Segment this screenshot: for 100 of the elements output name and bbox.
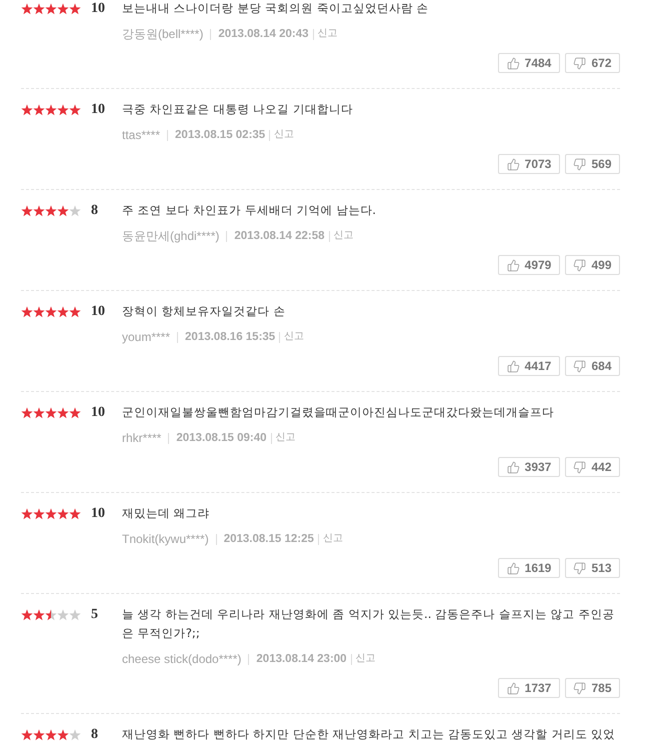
rating-score: 10 [91,0,105,18]
author-name: cheese stick(dodo****) [122,651,242,667]
star-icon [45,406,57,418]
thumbs-down-icon [573,562,586,574]
star-icon [45,104,57,116]
review-text: 재난영화 뻔하다 뻔하다 하지만 단순한 재난영화라고 치고는 감동도있고 생각할 거리도 있었 [122,726,616,743]
dislike-button[interactable]: 499 [565,255,620,275]
star-icon [57,728,69,740]
rating-score: 5 [91,606,98,624]
like-button[interactable]: 1737 [498,678,560,698]
thumbs-down-icon [573,258,586,272]
review-text: 극중 차인표같은 대통령 나오길 기대합니다 [122,101,354,118]
star-icon [69,406,81,418]
star-icon [57,608,69,620]
star-icon [33,204,45,216]
star-icon [33,306,45,318]
review-date: 2013.08.14 23:00 [256,652,347,667]
rating-score: 10 [91,101,105,119]
star-icon [21,104,33,116]
dislike-button[interactable]: 513 [565,558,620,578]
star-icon [33,728,45,740]
author-name: 동윤만세(ghdi****) [122,228,220,244]
star-icon [57,2,69,14]
star-icon [69,728,81,740]
review-date: 2013.08.15 12:25 [224,532,314,547]
thumbs-down-icon [573,56,586,70]
rating-score: 10 [91,404,105,422]
author-name: Tnokit(kywu****) [122,531,209,547]
rating-score: 8 [91,202,98,220]
thumbs-up-icon [506,360,520,372]
review-text: 군인이재일불쌍울뺀함엄마감기걸렸을때군이아진심나도군대갔다왔는데개슬프다 [122,404,555,421]
like-button[interactable]: 3937 [498,457,560,477]
star-icon [45,608,57,620]
thumbs-down-icon [573,682,586,694]
like-button[interactable]: 7484 [498,53,560,73]
star-icon [21,406,33,418]
like-button[interactable]: 4417 [498,356,560,376]
dislike-button[interactable]: 569 [565,154,620,174]
thumbs-up-icon [506,562,520,574]
review-text: 늘 생각 하는건데 우리나라 재난영화에 좀 억지가 있는듯.. 감동은주나 슬프지는 않고 주인공은 무적인가?;; [122,606,616,642]
star-icon [69,2,81,14]
review-date: 2013.08.14 22:58 [234,229,325,244]
star-icon [33,608,45,620]
star-icon [57,406,69,418]
thumbs-down-icon [573,460,586,474]
report-link[interactable]: 신고 [276,430,296,446]
thumbs-up-icon [506,56,520,70]
review-date: 2013.08.14 20:43 [218,27,309,42]
like-button[interactable]: 1619 [498,558,560,578]
rating-score: 10 [91,505,105,523]
star-icon [57,104,69,116]
like-button[interactable]: 4979 [498,255,560,275]
dislike-button[interactable]: 684 [565,356,620,376]
review-text: 장혁이 항체보유자일것같다 손 [122,303,286,320]
star-icon [33,104,45,116]
thumbs-up-icon [506,682,520,694]
author-name: youm**** [122,329,170,345]
review-text: 재밌는데 왜그랴 [122,505,211,522]
rating-score: 10 [91,303,105,321]
review-date: 2013.08.15 09:40 [176,431,267,446]
star-icon [57,508,69,520]
star-icon [21,728,33,740]
star-icon [21,204,33,216]
thumbs-up-icon [506,460,520,474]
star-icon [33,406,45,418]
star-icon [21,306,33,318]
review-text: 주 조연 보다 차인표가 두세배더 기억에 남는다. [122,202,378,219]
star-icon [45,204,57,216]
star-icon [45,508,57,520]
star-icon [69,508,81,520]
report-link[interactable]: 신고 [322,531,343,547]
star-icon [69,104,81,116]
dislike-button[interactable]: 785 [565,678,620,698]
review-date: 2013.08.15 02:35 [175,128,266,143]
report-link[interactable]: 신고 [318,26,338,42]
dislike-button[interactable]: 672 [565,53,620,73]
star-icon [21,2,33,14]
star-icon [69,608,81,620]
star-icon [69,306,81,318]
rating-score: 8 [91,726,98,744]
star-icon [33,2,45,14]
report-link[interactable]: 신고 [334,228,354,244]
star-icon [21,508,33,520]
star-icon [45,306,57,318]
star-icon [57,306,69,318]
review-text: 보는내내 스나이더랑 분당 국회의원 죽이고싶었던사람 손 [122,0,430,17]
star-icon [45,2,57,14]
report-link[interactable]: 신고 [274,127,294,143]
star-icon [69,204,81,216]
star-icon [57,204,69,216]
report-link[interactable]: 신고 [356,651,376,667]
thumbs-down-icon [573,360,586,372]
dislike-button[interactable]: 442 [565,457,620,477]
review-date: 2013.08.16 15:35 [185,330,276,345]
like-button[interactable]: 7073 [498,154,560,174]
thumbs-up-icon [506,258,520,272]
author-name: ttas**** [122,127,160,143]
author-name: rhkr**** [122,430,162,446]
report-link[interactable]: 신고 [284,329,304,345]
star-icon [45,728,57,740]
